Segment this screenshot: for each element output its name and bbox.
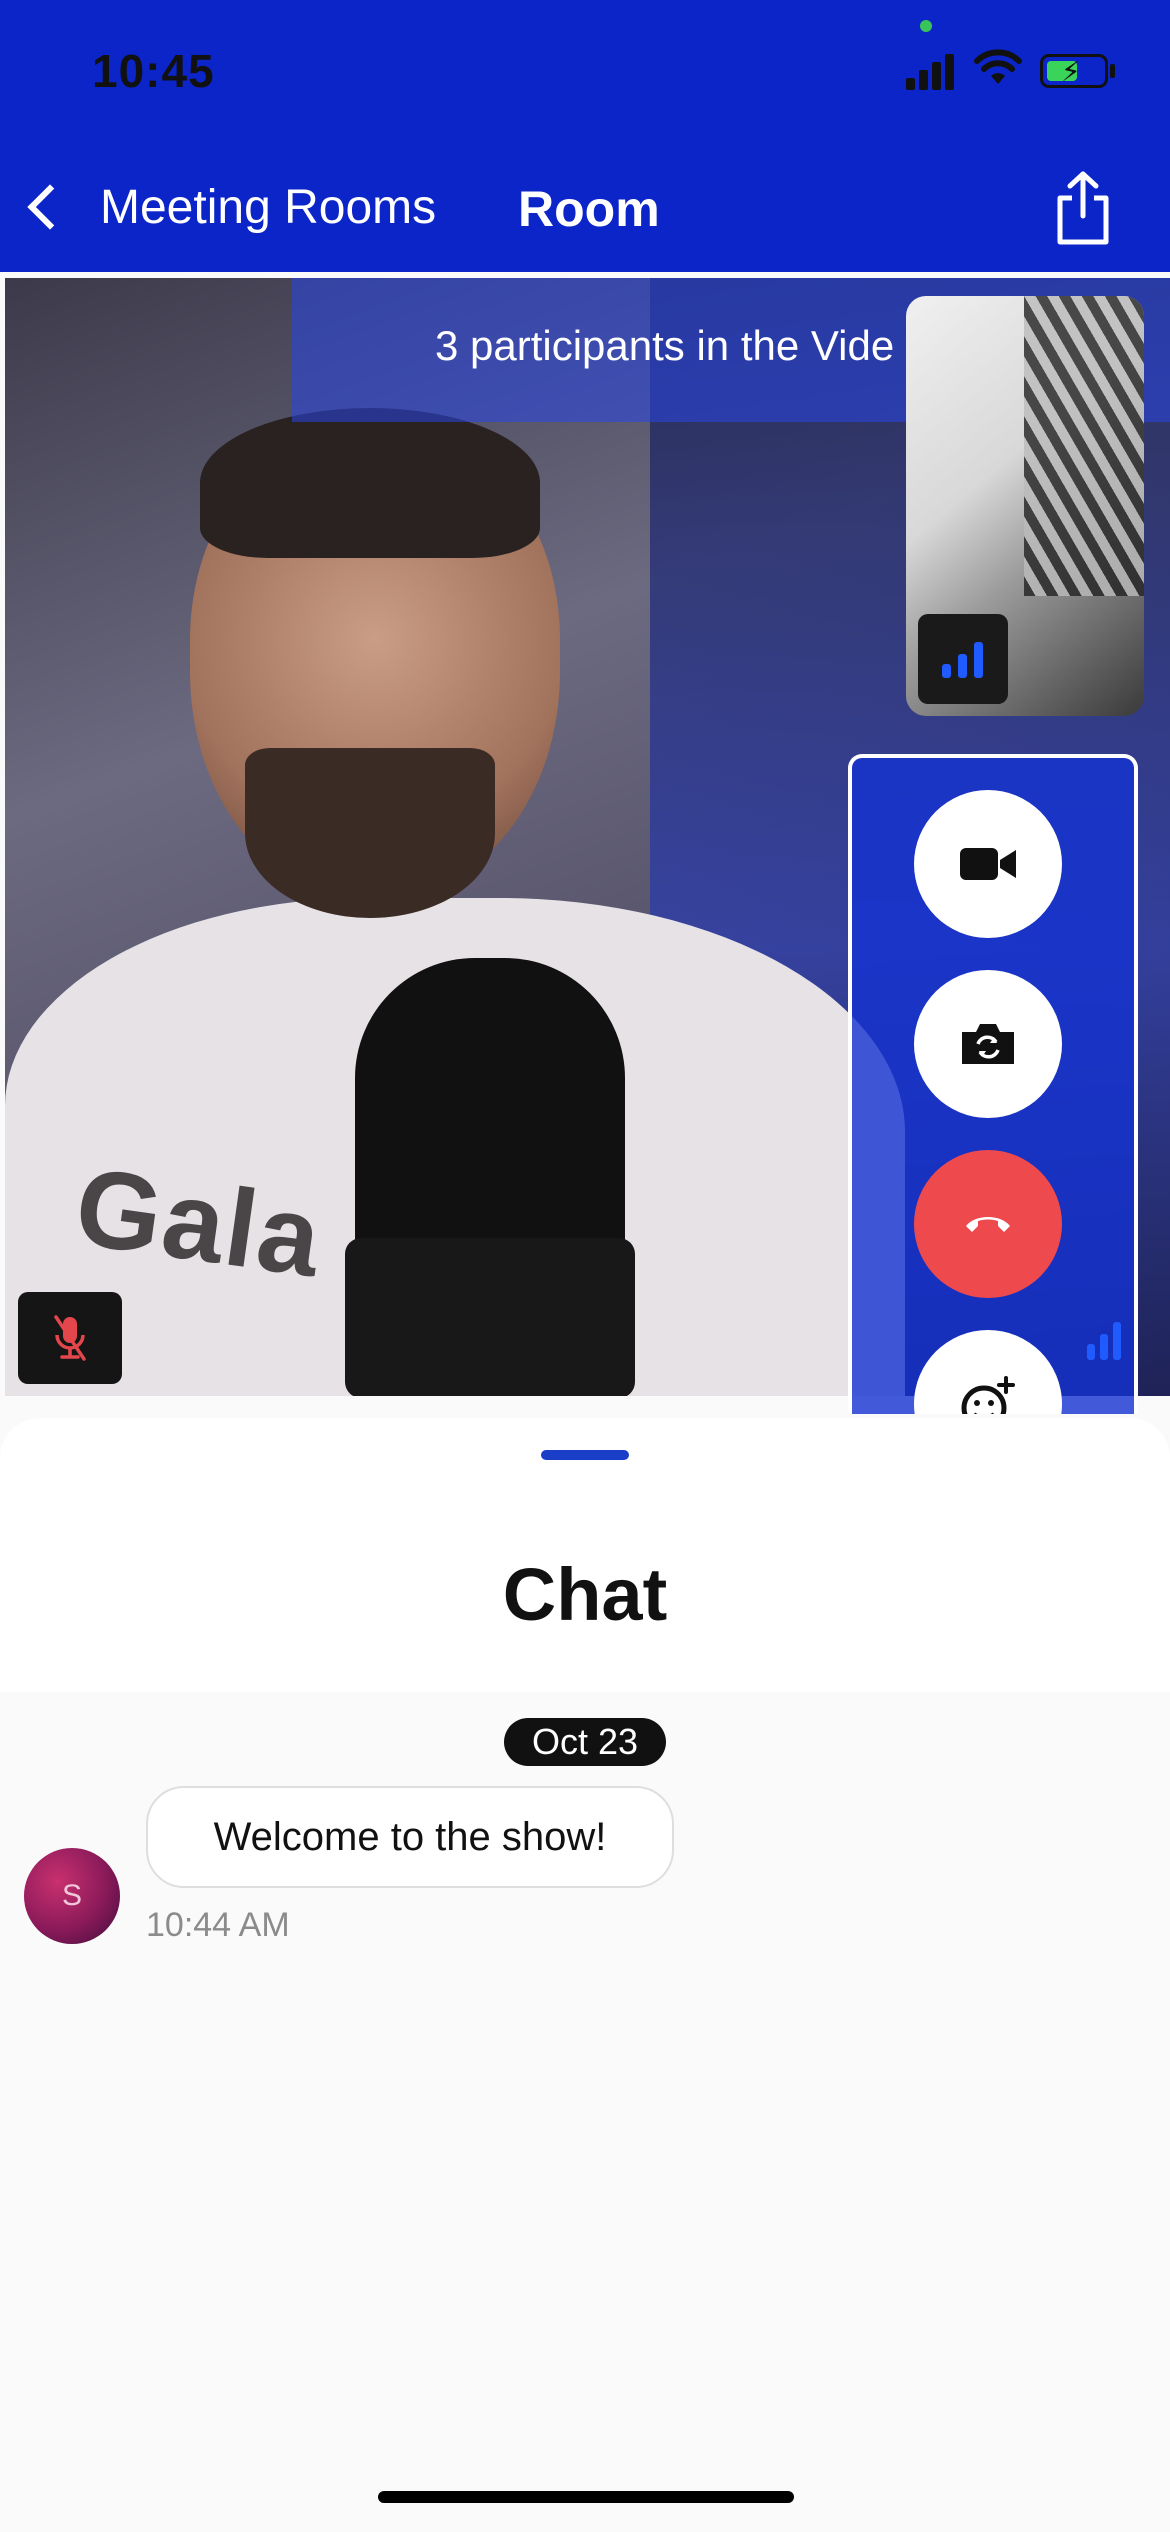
back-button[interactable]: Meeting Rooms [24,172,464,242]
avatar[interactable]: S [24,1848,120,1944]
home-indicator[interactable] [378,2491,794,2503]
person-beard [245,748,495,918]
hang-up-button[interactable] [914,1150,1062,1298]
person-hair [200,408,540,558]
muted-microphone-indicator [18,1292,122,1384]
page-title: Room [518,181,660,237]
flip-camera-button[interactable] [914,970,1062,1118]
mic-off-icon [54,1315,86,1361]
flip-camera-icon [962,1024,1014,1064]
app-header: 10:45 ⚡ Meeting Rooms Room [0,0,1170,272]
privacy-indicator-dot [920,20,932,32]
cellular-signal-icon [906,50,956,90]
wifi-icon [974,49,1022,84]
phone-hangup-icon [966,1217,1010,1232]
self-video-preview[interactable] [906,296,1144,716]
battery-icon: ⚡ [1040,54,1108,88]
share-icon[interactable] [1052,170,1114,246]
emoji-add-icon [961,1376,1015,1414]
camera-toggle-button[interactable] [914,790,1062,938]
battery-tip [1110,64,1115,78]
video-camera-icon [960,848,1016,880]
connection-quality-icon [918,614,1008,704]
add-reaction-button[interactable] [914,1330,1062,1414]
date-separator: Oct 23 [504,1718,666,1766]
status-time: 10:45 [92,45,215,97]
message-timestamp: 10:44 AM [146,1906,290,1944]
self-video-scene [1024,296,1144,596]
back-label: Meeting Rooms [100,180,437,234]
message-bubble[interactable]: Welcome to the show! [146,1786,674,1888]
chat-header: Chat [0,1418,1170,1692]
remote-connection-quality-icon [1085,1310,1125,1360]
participants-count-text: 3 participants in the Vide [435,322,895,369]
chat-title: Chat [502,1553,668,1636]
sheet-drag-handle[interactable] [541,1450,629,1460]
chevron-left-icon [27,184,73,230]
chat-sheet: Chat Oct 23 S Welcome to the show! 10:44… [0,1418,1170,2532]
microphone-mount [345,1238,635,1396]
